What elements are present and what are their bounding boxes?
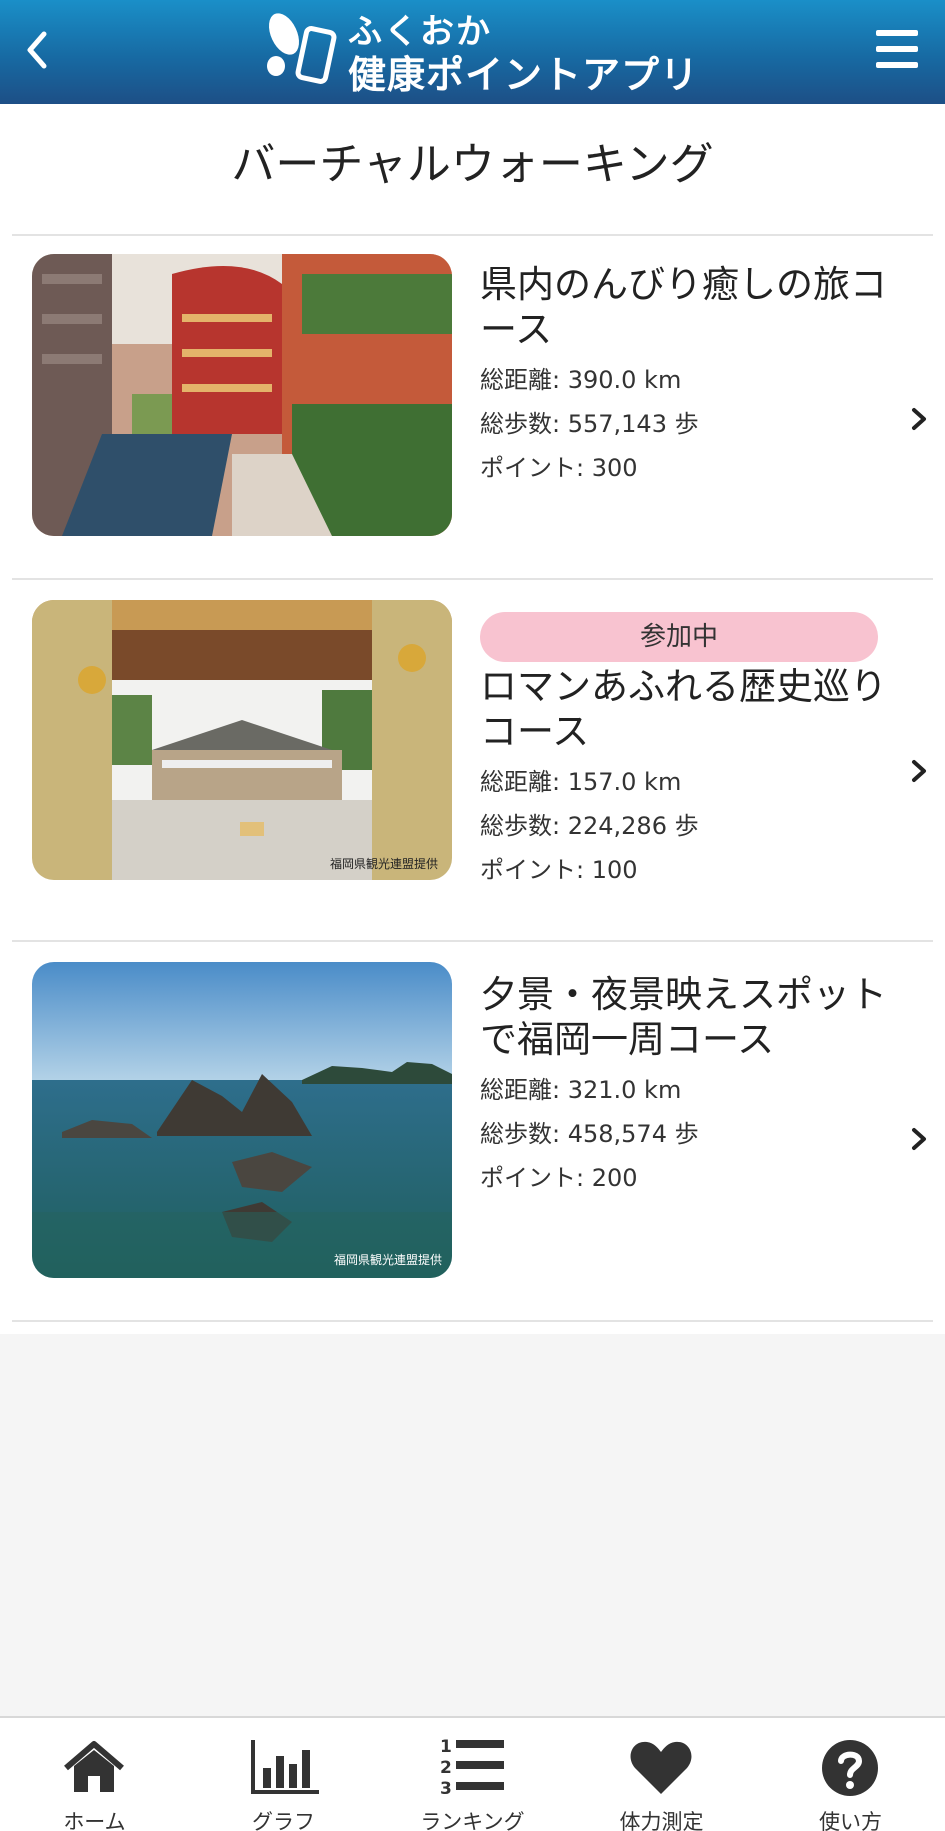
page-title: バーチャルウォーキング: [231, 139, 714, 190]
course-distance: 総距離: 321.0 km: [480, 1076, 682, 1104]
tab-label: 使い方: [819, 1810, 882, 1831]
divider: [12, 1320, 933, 1322]
bar-chart-icon: [251, 1740, 319, 1794]
empty-area: [0, 1334, 945, 1716]
course-points: ポイント: 300: [480, 454, 638, 482]
logo-line-2: 健康ポイントアプリ: [348, 53, 700, 97]
course-name: 夕景・夜景映えスポットで福岡一周コース: [480, 973, 887, 1061]
coastal-rocks-photo: [32, 962, 452, 1278]
home-icon: [64, 1741, 124, 1792]
tab-ranking[interactable]: 1 2 3 ランキング: [378, 1718, 567, 1831]
course-distance: 総距離: 157.0 km: [480, 768, 682, 796]
bottom-tab-bar: ホーム グラフ 1 2 3 ランキング 体力測定 使い方: [0, 1716, 945, 1831]
heart-icon: [630, 1741, 692, 1794]
tab-label: 体力測定: [619, 1810, 704, 1831]
chevron-right-icon: [912, 408, 926, 430]
tab-label: ホーム: [63, 1810, 126, 1831]
tab-home[interactable]: ホーム: [0, 1718, 189, 1831]
course-points: ポイント: 200: [480, 1164, 638, 1192]
course-steps: 総歩数: 224,286 歩: [480, 812, 699, 840]
photo-credit: 福岡県観光連盟提供: [333, 1253, 442, 1267]
course-image: [32, 254, 452, 536]
hamburger-menu-icon: [876, 30, 918, 68]
footprint-phone-icon: [267, 13, 337, 84]
tab-label: ランキング: [420, 1810, 525, 1831]
course-info: 県内のんびり癒しの旅コース 総距離: 390.0 km 総歩数: 557,143…: [480, 262, 890, 484]
course-item-3[interactable]: 福岡県観光連盟提供 夕景・夜景映えスポットで福岡一周コース 総距離: 321.0…: [12, 942, 933, 1320]
help-icon: [822, 1740, 878, 1796]
tab-graph[interactable]: グラフ: [189, 1718, 378, 1831]
tab-help[interactable]: 使い方: [756, 1718, 945, 1831]
app-logo: ふくおか 健康ポイントアプリ: [258, 2, 698, 98]
menu-button[interactable]: [872, 24, 922, 74]
course-distance: 総距離: 390.0 km: [480, 366, 682, 394]
svg-text:1: 1: [440, 1737, 452, 1757]
tab-fitness[interactable]: 体力測定: [567, 1718, 756, 1831]
ranking-icon: 1 2 3: [440, 1737, 504, 1798]
course-points: ポイント: 100: [480, 856, 638, 884]
back-button[interactable]: [18, 24, 58, 76]
tab-label: グラフ: [252, 1810, 315, 1831]
course-image: 福岡県観光連盟提供: [32, 962, 452, 1278]
course-info: 夕景・夜景映えスポットで福岡一周コース 総距離: 321.0 km 総歩数: 4…: [480, 972, 890, 1194]
course-name: 県内のんびり癒しの旅コース: [480, 263, 887, 351]
shrine-gate-photo: [32, 600, 452, 880]
course-steps: 総歩数: 557,143 歩: [480, 410, 699, 438]
chevron-left-icon: [27, 31, 47, 69]
course-steps: 総歩数: 458,574 歩: [480, 1120, 699, 1148]
chevron-right-icon: [912, 1128, 926, 1150]
mall-atrium-photo: [32, 254, 452, 536]
app-header: ふくおか 健康ポイントアプリ: [0, 0, 945, 104]
course-image: 福岡県観光連盟提供: [32, 600, 452, 880]
course-item-2[interactable]: 福岡県観光連盟提供 参加中 ロマンあふれる歴史巡りコース 総距離: 157.0 …: [12, 580, 933, 940]
svg-text:2: 2: [440, 1758, 452, 1778]
chevron-right-icon: [912, 760, 926, 782]
course-name: ロマンあふれる歴史巡りコース: [480, 665, 887, 753]
course-item-1[interactable]: 県内のんびり癒しの旅コース 総距離: 390.0 km 総歩数: 557,143…: [12, 236, 933, 578]
svg-text:3: 3: [440, 1779, 452, 1798]
course-info: 参加中 ロマンあふれる歴史巡りコース 総距離: 157.0 km 総歩数: 22…: [480, 612, 890, 886]
participating-badge: 参加中: [480, 612, 878, 662]
photo-credit: 福岡県観光連盟提供: [329, 857, 438, 871]
